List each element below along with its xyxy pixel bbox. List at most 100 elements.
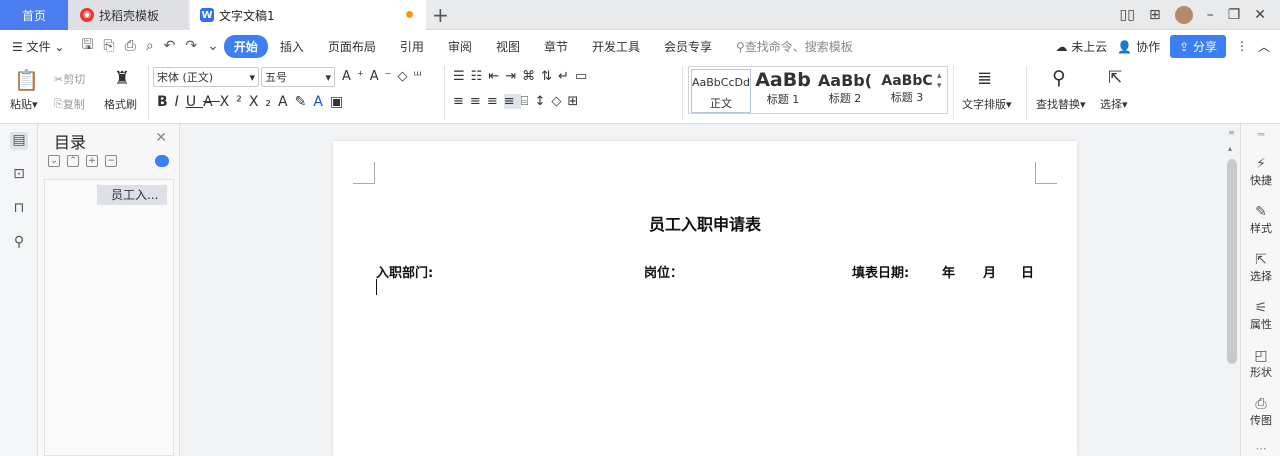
style-button[interactable]: ✎ 样式 bbox=[1241, 204, 1280, 236]
more-tools-icon[interactable]: ⋯ bbox=[1241, 442, 1280, 455]
shading-icon[interactable]: ◇ bbox=[551, 94, 567, 109]
shrink-font-icon[interactable]: A⁻ bbox=[370, 69, 398, 84]
preview-icon[interactable]: ⌕ bbox=[141, 38, 159, 54]
font-name-select[interactable]: 宋体 (正文) ▾ bbox=[153, 67, 259, 87]
grow-font-icon[interactable]: A⁺ bbox=[342, 69, 370, 84]
tab-view[interactable]: 视图 bbox=[484, 38, 532, 55]
close-button[interactable]: ✕ bbox=[1254, 7, 1266, 23]
tab-developer[interactable]: 开发工具 bbox=[580, 38, 652, 55]
more-options-icon[interactable]: ⋮ bbox=[1236, 39, 1248, 53]
borders-icon[interactable]: ⊞ bbox=[567, 94, 584, 109]
text-layout-icon[interactable]: ≣ bbox=[977, 68, 992, 89]
bookmark-icon[interactable]: ⊓ bbox=[10, 200, 28, 218]
tab-layout[interactable]: 页面布局 bbox=[316, 38, 388, 55]
find-icon[interactable]: ⚲ bbox=[1052, 67, 1066, 89]
collapse-level-icon[interactable]: ⌄ bbox=[48, 155, 60, 167]
tab-reference[interactable]: 引用 bbox=[388, 38, 436, 55]
font-color-icon[interactable]: A bbox=[313, 94, 330, 110]
underline-icon[interactable]: U bbox=[186, 94, 203, 110]
toc-icon[interactable]: ▤ bbox=[10, 132, 28, 150]
format-painter-button[interactable]: 格式刷 bbox=[104, 96, 137, 112]
find-replace-button[interactable]: 查找替换 ▾ bbox=[1036, 96, 1086, 112]
save-icon[interactable]: 🖫 bbox=[76, 34, 98, 58]
char-border-icon[interactable]: ▣ bbox=[330, 94, 350, 110]
cloud-status[interactable]: ☁ 未上云 bbox=[1055, 38, 1107, 55]
search-icon[interactable]: ⚲ bbox=[10, 234, 28, 252]
minimize-button[interactable]: – bbox=[1207, 7, 1214, 23]
align-left-icon[interactable]: ≡ bbox=[453, 94, 470, 109]
tab-member[interactable]: 会员专享 bbox=[652, 38, 724, 55]
bold-icon[interactable]: B bbox=[157, 94, 175, 110]
char-format-tools[interactable]: B I U A X² X₂ A ✎ A ▣ bbox=[157, 94, 350, 110]
align-right-icon[interactable]: ≡ bbox=[487, 94, 504, 109]
scroll-up-icon[interactable]: ▴ bbox=[1228, 144, 1232, 153]
avatar[interactable] bbox=[1174, 6, 1193, 24]
number-list-icon[interactable]: ☷ bbox=[471, 69, 489, 84]
grid-apps-icon[interactable]: ⊞ bbox=[1149, 7, 1161, 23]
clear-format-icon[interactable]: ◇ bbox=[398, 69, 414, 84]
style-heading1[interactable]: AaBb 标题 1 bbox=[753, 69, 813, 113]
file-menu[interactable]: ☰ 文件 ⌄ bbox=[0, 38, 76, 55]
font-size-select[interactable]: 五号 ▾ bbox=[261, 67, 335, 87]
justify-icon[interactable]: ≡ bbox=[503, 94, 521, 109]
text-layout-button[interactable]: 文字排版 ▾ bbox=[962, 96, 1012, 112]
align-center-icon[interactable]: ≡ bbox=[470, 94, 487, 109]
expand-level-icon[interactable]: ⌃ bbox=[67, 155, 79, 167]
line-spacing-icon[interactable]: ↕ bbox=[534, 94, 551, 109]
command-search[interactable]: ⚲查找命令、搜索模板 bbox=[736, 38, 853, 55]
split-handle-icon[interactable]: ≡ bbox=[1228, 128, 1235, 137]
collapse-all-icon[interactable]: − bbox=[105, 155, 117, 167]
subscript-icon[interactable]: X₂ bbox=[249, 94, 278, 110]
restore-button[interactable]: ❐ bbox=[1228, 7, 1241, 23]
italic-icon[interactable]: I bbox=[175, 94, 186, 110]
reading-mode-icon[interactable]: ▯▯ bbox=[1120, 7, 1135, 23]
font-tools[interactable]: A⁺ A⁻ ◇ ᵚ bbox=[342, 69, 428, 84]
paragraph-tools-bottom[interactable]: ≡ ≡ ≡ ≡ ⌸ ↕ ◇ ⊞ bbox=[453, 94, 584, 109]
bullet-list-icon[interactable]: ☰ bbox=[453, 69, 471, 84]
tab-insert[interactable]: 插入 bbox=[268, 38, 316, 55]
style-normal[interactable]: AaBbCcDd 正文 bbox=[691, 69, 751, 113]
style-heading3[interactable]: AaBbC 标题 3 bbox=[877, 69, 937, 113]
tab-template[interactable]: ◉ 找稻壳模板 bbox=[68, 0, 188, 30]
tab-home[interactable]: 首页 bbox=[0, 0, 68, 30]
style-heading2[interactable]: AaBb(标题 2 bbox=[815, 69, 875, 113]
shape-button[interactable]: ◰ 形状 bbox=[1241, 348, 1280, 380]
collapse-ribbon-icon[interactable]: ︿ bbox=[1258, 38, 1270, 55]
table-icon[interactable]: ▭ bbox=[575, 69, 593, 84]
select-cursor-icon[interactable]: ⇱ bbox=[1108, 68, 1122, 88]
export-icon[interactable]: ⎘ bbox=[98, 38, 119, 54]
indent-icon[interactable]: ⇥ bbox=[505, 69, 522, 84]
print-icon[interactable]: ⎙ bbox=[120, 38, 141, 54]
style-scroll-icon[interactable]: ▴ ▾ bbox=[937, 71, 942, 91]
toc-view-toggle-icon[interactable] bbox=[155, 155, 169, 167]
paste-button[interactable]: 粘贴 ▾ bbox=[10, 96, 38, 112]
scrollbar-thumb[interactable] bbox=[1227, 159, 1237, 364]
highlight-icon[interactable]: ✎ bbox=[295, 94, 314, 110]
strikethrough-icon[interactable]: A bbox=[203, 94, 220, 110]
properties-button[interactable]: ⚟ 属性 bbox=[1241, 300, 1280, 332]
paste-icon[interactable]: 📋 bbox=[14, 68, 39, 92]
more-icon[interactable]: ⌄ bbox=[202, 38, 224, 54]
sort-icon[interactable]: ⇅ bbox=[541, 69, 558, 84]
close-icon[interactable]: ✕ bbox=[155, 130, 167, 146]
paragraph-tools-top[interactable]: ☰ ☷ ⇤ ⇥ ⌘ ⇅ ↵ ▭ bbox=[453, 69, 593, 84]
share-button[interactable]: ⇪ 分享 bbox=[1170, 34, 1226, 58]
tab-section[interactable]: 章节 bbox=[532, 38, 580, 55]
expand-all-icon[interactable]: + bbox=[86, 155, 98, 167]
redo-icon[interactable]: ↷ bbox=[180, 38, 202, 54]
tab-document[interactable]: W 文字文稿1 bbox=[190, 0, 426, 30]
toc-item[interactable]: 员工入... bbox=[97, 185, 167, 205]
upload-image-button[interactable]: ⎙ 传图 bbox=[1241, 396, 1280, 428]
phonetic-icon[interactable]: ᵚ bbox=[414, 69, 428, 84]
chinese-layout-icon[interactable]: ⌘ bbox=[522, 69, 541, 84]
outdent-icon[interactable]: ⇤ bbox=[488, 69, 505, 84]
text-effect-icon[interactable]: A bbox=[278, 94, 295, 110]
tab-start[interactable]: 开始 bbox=[223, 34, 268, 58]
undo-icon[interactable]: ↶ bbox=[159, 38, 181, 54]
superscript-icon[interactable]: X² bbox=[220, 94, 249, 110]
select-panel-button[interactable]: ⇱ 选择 bbox=[1241, 252, 1280, 284]
copy-button[interactable]: ⎘ 复制 bbox=[54, 96, 85, 112]
show-marks-icon[interactable]: ↵ bbox=[558, 69, 575, 84]
new-tab-button[interactable]: + bbox=[432, 3, 449, 27]
cut-button[interactable]: ✂ 剪切 bbox=[54, 71, 85, 87]
